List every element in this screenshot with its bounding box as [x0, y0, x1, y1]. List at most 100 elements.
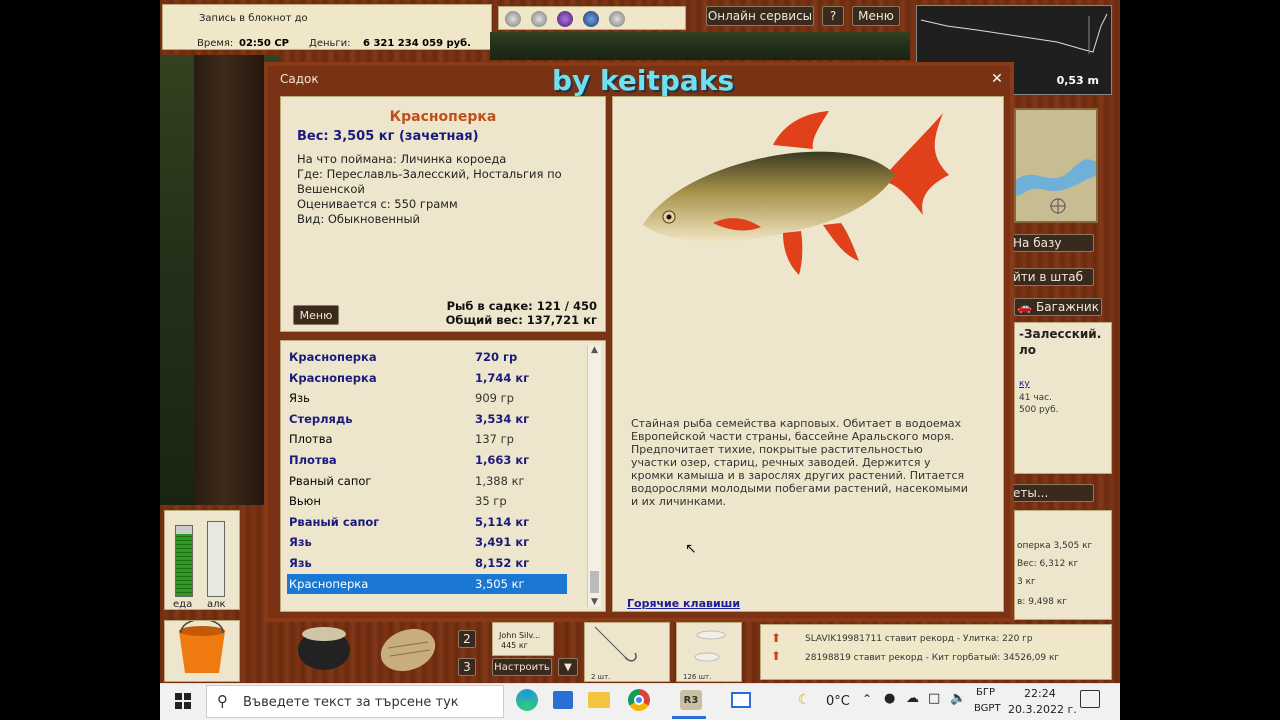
list-item[interactable]: Плотва 1,663 кг	[287, 450, 567, 470]
fish-row-weight: 3,505 кг	[475, 576, 525, 591]
hotkeys-link[interactable]: Горячие клавиши	[627, 597, 740, 610]
list-item[interactable]: Красноперка 720 гр	[287, 347, 567, 367]
mouse-cursor-icon: ↖	[685, 541, 697, 557]
store-icon[interactable]	[548, 685, 578, 715]
slot-3-button[interactable]: 3	[458, 658, 476, 676]
info-price: 500 руб.	[1019, 405, 1059, 415]
fish-row-name: Язь	[289, 391, 310, 406]
to-base-button[interactable]: На базу	[1008, 234, 1094, 252]
feed-line: 28198819 ставит рекорд - Кит горбатый: 3…	[805, 653, 1060, 663]
location-info: -Залесский. ло ку 41 час. 500 руб.	[1014, 322, 1112, 474]
scroll-thumb[interactable]	[590, 571, 599, 593]
fish-row-weight: 5,114 кг	[475, 514, 530, 529]
fish-description-panel: Стайная рыба семейства карповых. Обитает…	[612, 96, 1004, 612]
list-item[interactable]: Красноперка 3,505 кг	[287, 573, 567, 594]
info-hours: 41 час.	[1019, 393, 1052, 403]
file-explorer-icon[interactable]	[584, 685, 614, 715]
search-placeholder: Въведете текст за търсене тук	[243, 695, 459, 710]
valued-from: Оценивается с: 550 грамм	[297, 197, 458, 211]
bait-bar	[498, 6, 686, 30]
list-item[interactable]: Язь 3,491 кг	[287, 532, 567, 552]
edge-icon[interactable]	[512, 685, 542, 715]
player-name: John Silv...	[499, 631, 541, 640]
list-item[interactable]: Рваный сапог 1,388 кг	[287, 471, 567, 491]
window-app-icon[interactable]	[726, 685, 756, 715]
player-card[interactable]: John Silv... 445 кг	[492, 622, 554, 656]
lang-primary[interactable]: БГР	[976, 687, 995, 698]
network-icon[interactable]: □	[928, 691, 940, 706]
depth-value: 0,53 m	[1056, 74, 1099, 87]
fish-description: Стайная рыба семейства карповых. Обитает…	[631, 417, 968, 508]
bait-icon[interactable]	[557, 11, 573, 27]
settings-button[interactable]: Настроить	[492, 658, 552, 676]
info-link[interactable]: ку	[1019, 379, 1030, 389]
bag-slot[interactable]	[376, 620, 440, 674]
volume-icon[interactable]: 🔈	[950, 691, 966, 706]
main-menu-button[interactable]: Меню	[852, 6, 900, 26]
list-item[interactable]: Язь 909 гр	[287, 388, 567, 408]
help-button[interactable]: ?	[822, 6, 844, 26]
fish-row-weight: 3,534 кг	[475, 411, 530, 426]
list-item[interactable]: Вьюн 35 гр	[287, 491, 567, 511]
fish-info-panel: Красноперка Вес: 3,505 кг (зачетная) На …	[280, 96, 606, 332]
feed-line: SLAVIK19981711 ставит рекорд - Улитка: 2…	[805, 634, 1033, 644]
chevron-up-icon[interactable]: ⌃	[862, 692, 872, 706]
close-icon[interactable]: ✕	[988, 70, 1006, 88]
list-item[interactable]: Красноперка 1,744 кг	[287, 368, 567, 388]
lang-secondary[interactable]: BGPT	[974, 703, 1001, 714]
active-app-indicator	[672, 716, 706, 719]
map-icon	[1016, 110, 1096, 221]
location-line2: ло	[1019, 343, 1037, 357]
fish-row-name: Красноперка	[289, 350, 377, 364]
fish-count: Рыб в садке: 121 / 450	[446, 299, 597, 313]
game-window: Запись в блокнот до Время: 02:50 СР День…	[160, 0, 1120, 683]
chrome-icon[interactable]	[624, 685, 654, 715]
fish-row-name: Стерлядь	[289, 411, 353, 426]
windows-start-icon[interactable]	[172, 690, 194, 712]
bait-slot[interactable]: 126 шт.	[676, 622, 742, 682]
list-scrollbar[interactable]: ▲ ▼	[587, 345, 601, 607]
onedrive-icon[interactable]: ☁	[906, 691, 919, 706]
records-button[interactable]: еты...	[1008, 484, 1094, 502]
fish-row-name: Плотва	[289, 432, 333, 447]
scroll-down-icon[interactable]: ▼	[588, 597, 601, 607]
tackle-slot[interactable]: 2 шт.	[584, 622, 670, 682]
location-map[interactable]	[1014, 108, 1098, 223]
dialog-menu-button[interactable]: Меню	[293, 305, 339, 325]
car-icon: 🚗	[1017, 300, 1032, 314]
caught-on: На что поймана: Личинка короеда	[297, 152, 507, 166]
taskbar-search-box[interactable]: ⚲ Въведете текст за търсене тук	[206, 685, 504, 718]
clock-date[interactable]: 20.3.2022 г.	[1008, 703, 1077, 716]
bait-icon[interactable]	[583, 11, 599, 27]
slot-2-button[interactable]: 2	[458, 630, 476, 648]
list-item[interactable]: Плотва 137 гр	[287, 429, 567, 449]
online-services-button[interactable]: Онлайн сервисы	[706, 6, 814, 26]
food-gauge	[175, 525, 193, 597]
pot-slot[interactable]	[294, 620, 354, 672]
list-item[interactable]: Рваный сапог 5,114 кг	[287, 512, 567, 532]
location-line1: -Залесский.	[1019, 327, 1102, 341]
game-app-icon[interactable]: R3	[676, 685, 706, 715]
bucket-icon	[179, 618, 225, 673]
meet-now-icon[interactable]: ●	[884, 691, 895, 706]
clock-time[interactable]: 22:24	[1024, 687, 1056, 700]
scroll-up-icon[interactable]: ▲	[588, 345, 601, 355]
list-item[interactable]: Стерлядь 3,534 кг	[287, 409, 567, 429]
trunk-label: Багажник	[1036, 300, 1099, 314]
to-hq-button[interactable]: йти в штаб	[1008, 268, 1094, 286]
cauldron-icon	[298, 627, 350, 670]
player-weight: 445 кг	[501, 641, 528, 650]
sack-icon	[380, 628, 436, 672]
fish-row-name: Красноперка	[289, 576, 369, 591]
bait-icon[interactable]	[609, 11, 625, 27]
bucket-slot[interactable]	[164, 618, 240, 682]
event-feed: ⬆ SLAVIK19981711 ставит рекорд - Улитка:…	[760, 624, 1112, 680]
settings-dropdown[interactable]: ▼	[558, 658, 578, 676]
notifications-icon[interactable]	[1080, 690, 1100, 708]
alcohol-gauge	[207, 521, 225, 597]
fish-row-weight: 1,663 кг	[475, 453, 530, 467]
list-item[interactable]: Язь 8,152 кг	[287, 553, 567, 573]
trunk-button[interactable]: 🚗 Багажник	[1014, 298, 1102, 316]
bait-icon[interactable]	[505, 11, 521, 27]
bait-icon[interactable]	[531, 11, 547, 27]
